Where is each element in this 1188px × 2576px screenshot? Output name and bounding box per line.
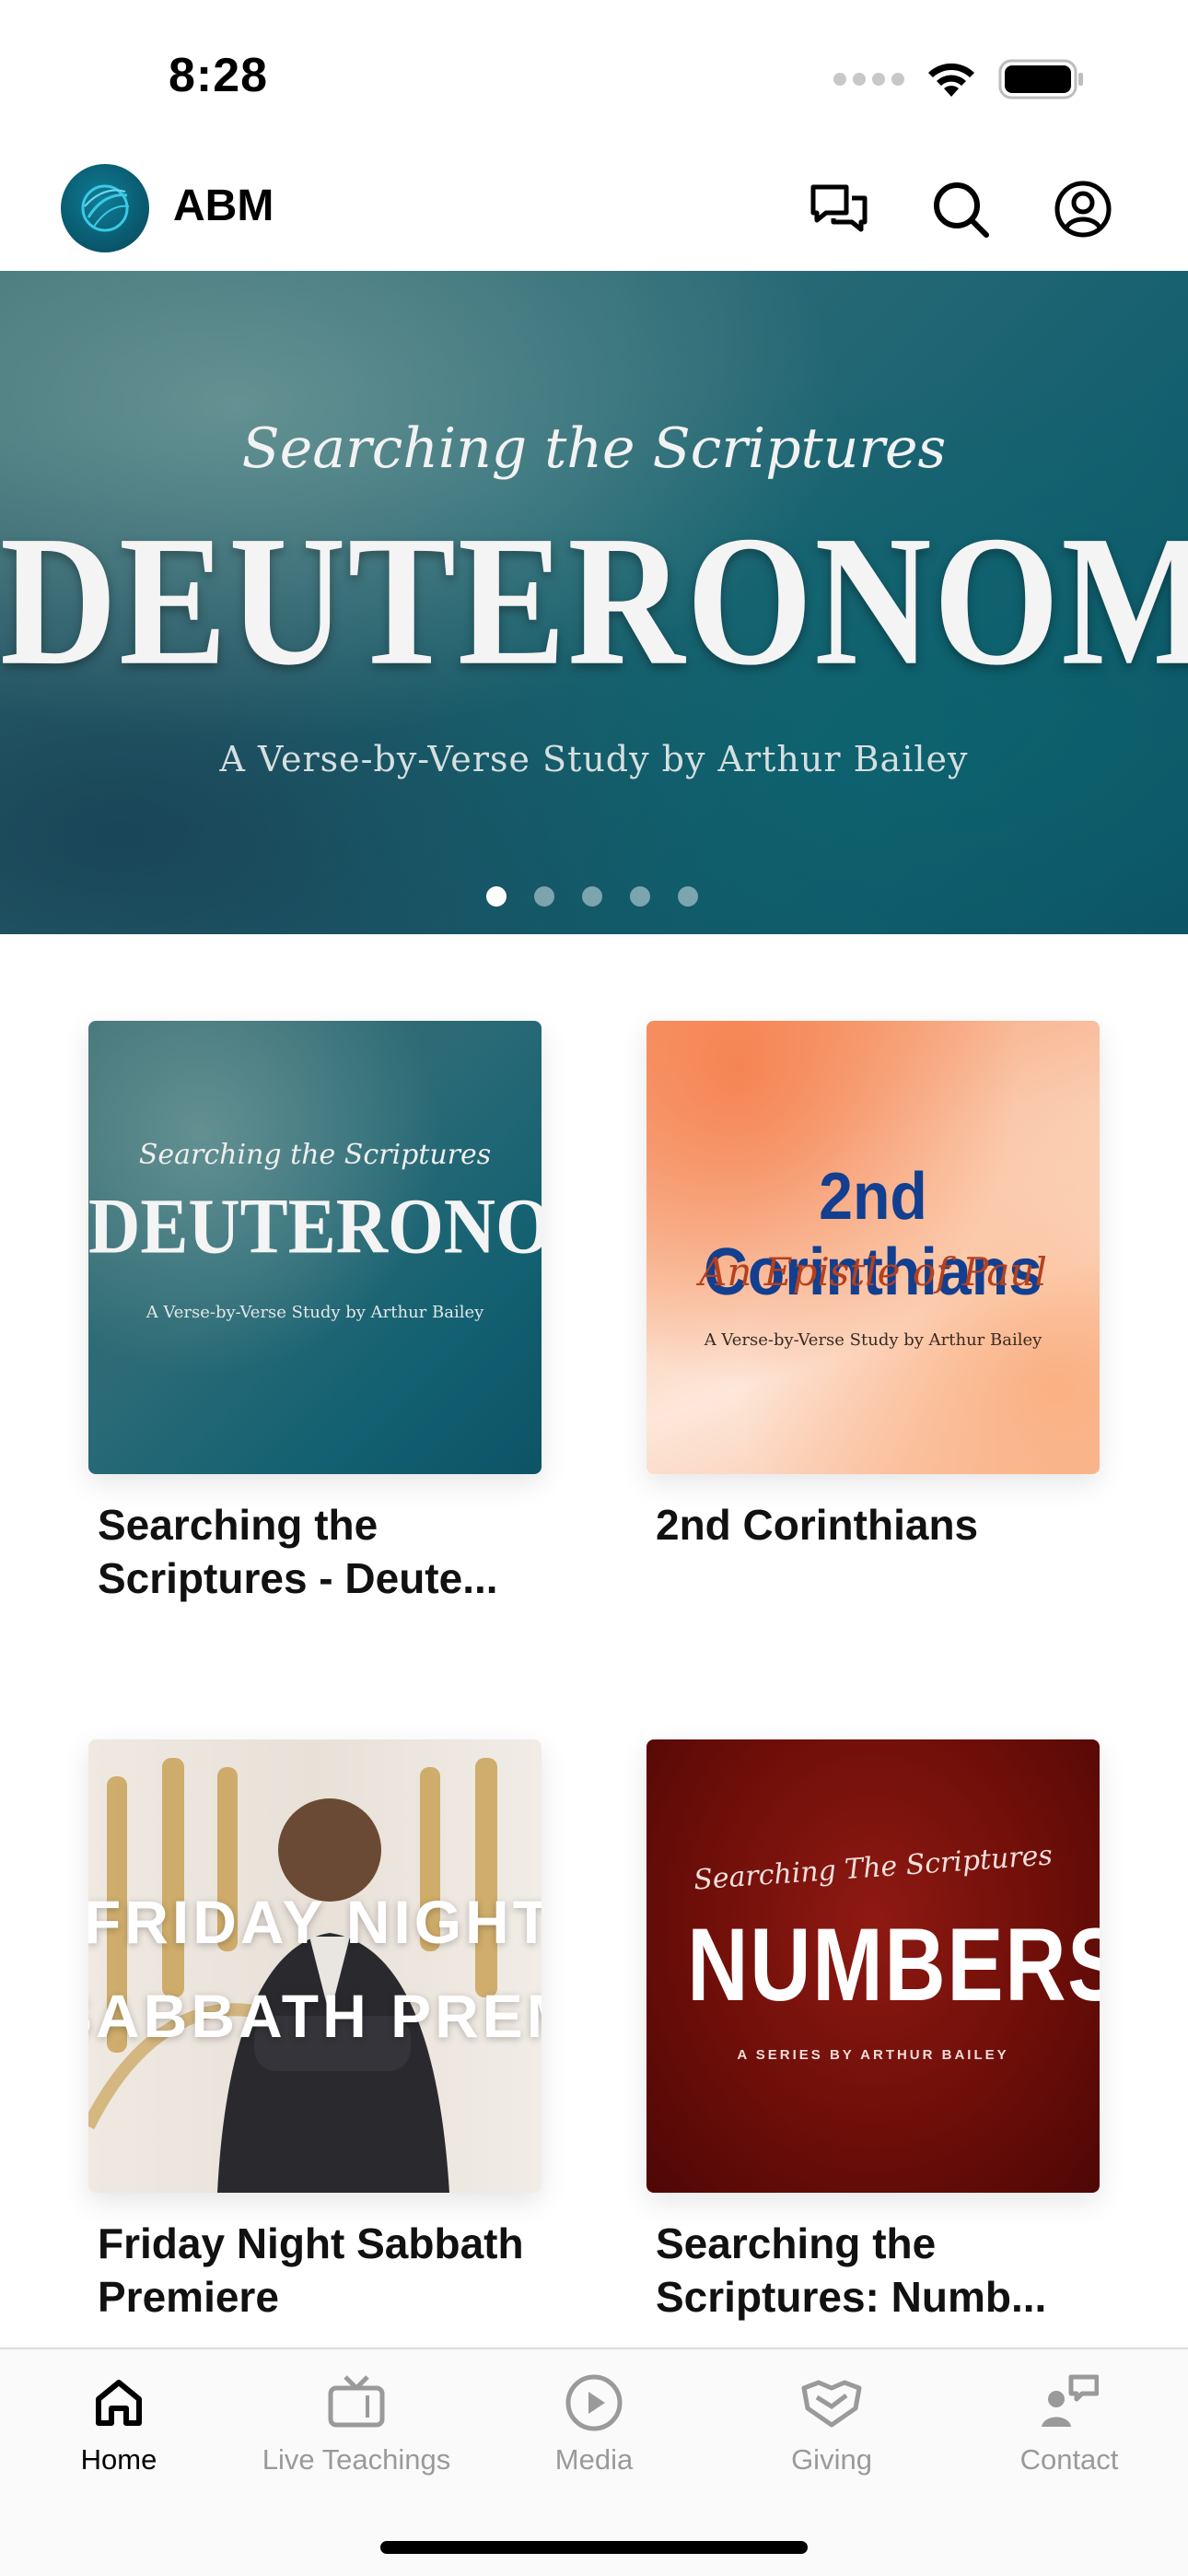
tab-home[interactable]: Home bbox=[0, 2370, 238, 2508]
tab-media[interactable]: Media bbox=[475, 2370, 713, 2508]
card-title: 2nd Corinthians bbox=[656, 1501, 979, 1549]
tab-label: Contact bbox=[1019, 2443, 1119, 2476]
home-icon bbox=[86, 2370, 152, 2436]
play-circle-icon bbox=[561, 2370, 627, 2436]
media-card-2nd-corinthians[interactable]: 2nd Corinthians An Epistle of Paul A Ver… bbox=[646, 1021, 1100, 1551]
giving-icon bbox=[798, 2370, 865, 2436]
search-button[interactable] bbox=[928, 177, 993, 241]
art-line: Searching the Scriptures bbox=[138, 1139, 492, 1171]
status-time: 8:28 bbox=[169, 49, 269, 102]
profile-button[interactable] bbox=[1051, 177, 1115, 241]
hero-subtitle: A Verse-by-Verse Study by Arthur Bailey bbox=[219, 739, 969, 779]
card-title: Friday Night Sabbath Premiere bbox=[98, 2219, 524, 2321]
search-icon bbox=[934, 182, 989, 238]
tab-label: Live Teachings bbox=[262, 2443, 451, 2476]
art-title: NUMBERS bbox=[687, 1907, 1100, 2022]
tab-label: Giving bbox=[791, 2443, 872, 2476]
chat-button[interactable] bbox=[807, 177, 871, 241]
carousel-dot[interactable] bbox=[678, 886, 698, 907]
signal-icon bbox=[833, 73, 904, 86]
carousel-page-indicator[interactable] bbox=[486, 886, 698, 907]
contact-icon bbox=[1036, 2370, 1102, 2436]
media-card-deuteronomy[interactable]: Searching the Scriptures DEUTERONOMY A V… bbox=[88, 1021, 542, 1605]
tab-giving[interactable]: Giving bbox=[713, 2370, 950, 2508]
profile-icon bbox=[1054, 181, 1112, 238]
battery-icon bbox=[998, 59, 1083, 100]
globe-logo-icon[interactable] bbox=[61, 164, 149, 252]
tab-live-teachings[interactable]: Live Teachings bbox=[238, 2370, 475, 2508]
art-line: Searching The Scriptures bbox=[693, 1839, 1054, 1897]
tv-icon bbox=[323, 2370, 390, 2436]
hero-carousel[interactable]: Searching the Scriptures DEUTERONOMY A V… bbox=[0, 271, 1188, 934]
hero-title: DEUTERONOMY bbox=[0, 498, 1188, 705]
media-card-numbers[interactable]: Searching The Scriptures NUMBERS A SERIE… bbox=[646, 1739, 1100, 2324]
status-icons bbox=[833, 59, 1085, 100]
art-line: FRIDAY NIGHT bbox=[88, 1888, 542, 1956]
carousel-dot[interactable] bbox=[486, 886, 507, 907]
card-title: Searching the Scriptures: Numb... bbox=[656, 2219, 1047, 2321]
app-title: ABM bbox=[173, 181, 274, 230]
card-thumbnail: 2nd Corinthians An Epistle of Paul A Ver… bbox=[646, 1021, 1100, 1474]
chat-icon bbox=[810, 184, 868, 232]
carousel-dot[interactable] bbox=[630, 886, 650, 907]
tab-label: Media bbox=[554, 2443, 634, 2476]
wifi-icon bbox=[928, 63, 974, 97]
card-thumbnail: FRIDAY NIGHT SABBATH PREMIERE bbox=[88, 1739, 542, 2193]
status-bar: 8:28 bbox=[0, 0, 1188, 157]
art-line: An Epistle of Paul bbox=[699, 1249, 1047, 1294]
art-line: A Verse-by-Verse Study by Arthur Bailey bbox=[704, 1330, 1042, 1350]
media-card-friday-night[interactable]: FRIDAY NIGHT SABBATH PREMIERE Friday Nig… bbox=[88, 1739, 542, 2324]
carousel-dot[interactable] bbox=[582, 886, 602, 907]
home-indicator[interactable] bbox=[380, 2541, 808, 2554]
hero-script-line: Searching the Scriptures bbox=[241, 416, 947, 481]
carousel-dot[interactable] bbox=[534, 886, 554, 907]
art-line: SABBATH PREMIERE bbox=[88, 1982, 542, 2050]
tab-contact[interactable]: Contact bbox=[950, 2370, 1188, 2508]
art-title: DEUTERONOMY bbox=[88, 1181, 542, 1270]
app-header: ABM bbox=[0, 157, 1188, 271]
art-line: A SERIES BY ARTHUR BAILEY bbox=[737, 2047, 1009, 2063]
art-line: A Verse-by-Verse Study by Arthur Bailey bbox=[146, 1303, 484, 1322]
card-thumbnail: Searching The Scriptures NUMBERS A SERIE… bbox=[646, 1739, 1100, 2193]
menorah-photo-art bbox=[88, 1758, 497, 2193]
card-thumbnail: Searching the Scriptures DEUTERONOMY A V… bbox=[88, 1021, 542, 1474]
card-title: Searching the Scriptures - Deute... bbox=[98, 1501, 498, 1602]
tab-label: Home bbox=[80, 2443, 157, 2476]
